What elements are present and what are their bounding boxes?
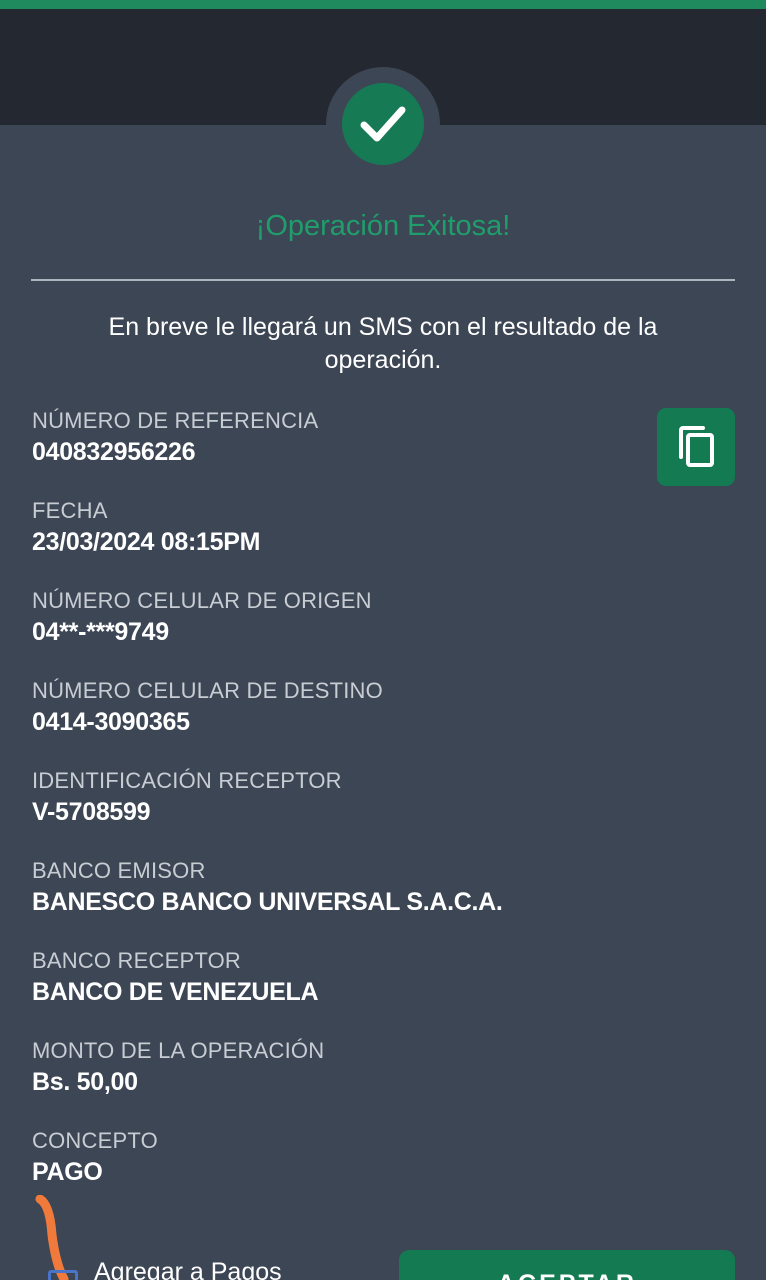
copy-icon bbox=[679, 426, 714, 467]
field-label: NÚMERO CELULAR DE ORIGEN bbox=[32, 588, 372, 613]
hand-drawn-annotation-stroke bbox=[35, 1195, 69, 1280]
field-value: BANCO DE VENEZUELA bbox=[32, 978, 319, 1006]
checkmark-icon bbox=[360, 106, 406, 142]
field-receiver-id: IDENTIFICACIÓN RECEPTOR V-5708599 bbox=[32, 768, 632, 827]
field-label: IDENTIFICACIÓN RECEPTOR bbox=[32, 768, 342, 793]
field-label: NÚMERO DE REFERENCIA bbox=[32, 408, 319, 433]
field-receiving-bank: BANCO RECEPTOR BANCO DE VENEZUELA bbox=[32, 948, 632, 1007]
accept-button[interactable]: ACEPTAR bbox=[399, 1250, 735, 1280]
field-label: FECHA bbox=[32, 498, 108, 523]
field-value: 040832956226 bbox=[32, 438, 196, 466]
field-value: 04**-***9749 bbox=[32, 618, 169, 646]
field-issuing-bank: BANCO EMISOR BANESCO BANCO UNIVERSAL S.A… bbox=[32, 858, 632, 917]
sms-notice: En breve le llegará un SMS con el result… bbox=[108, 313, 658, 374]
field-value: 0414-3090365 bbox=[32, 708, 190, 736]
field-concept: CONCEPTO PAGO bbox=[32, 1128, 632, 1187]
field-label: CONCEPTO bbox=[32, 1128, 158, 1153]
field-label: BANCO EMISOR bbox=[32, 858, 206, 883]
field-value: Bs. 50,00 bbox=[32, 1068, 138, 1096]
field-label: NÚMERO CELULAR DE DESTINO bbox=[32, 678, 383, 703]
field-value: 23/03/2024 08:15PM bbox=[32, 528, 261, 556]
field-destination-phone: NÚMERO CELULAR DE DESTINO 0414-3090365 bbox=[32, 678, 632, 737]
copy-reference-button[interactable] bbox=[657, 408, 735, 486]
field-value: BANESCO BANCO UNIVERSAL S.A.C.A. bbox=[32, 888, 503, 916]
field-date: FECHA 23/03/2024 08:15PM bbox=[32, 498, 632, 557]
field-label: BANCO RECEPTOR bbox=[32, 948, 241, 973]
success-title: ¡Operación Exitosa! bbox=[255, 210, 511, 242]
add-to-payments-label[interactable]: Agregar a Pagos bbox=[94, 1258, 282, 1280]
success-check-icon bbox=[342, 83, 424, 165]
add-to-payments-checkbox[interactable] bbox=[48, 1270, 78, 1280]
divider bbox=[31, 279, 735, 281]
field-origin-phone: NÚMERO CELULAR DE ORIGEN 04**-***9749 bbox=[32, 588, 632, 647]
field-reference-number: NÚMERO DE REFERENCIA 040832956226 bbox=[32, 408, 632, 467]
field-label: MONTO DE LA OPERACIÓN bbox=[32, 1038, 325, 1063]
top-accent-bar bbox=[0, 0, 766, 9]
field-value: V-5708599 bbox=[32, 798, 151, 826]
field-amount: MONTO DE LA OPERACIÓN Bs. 50,00 bbox=[32, 1038, 632, 1097]
field-value: PAGO bbox=[32, 1158, 103, 1186]
